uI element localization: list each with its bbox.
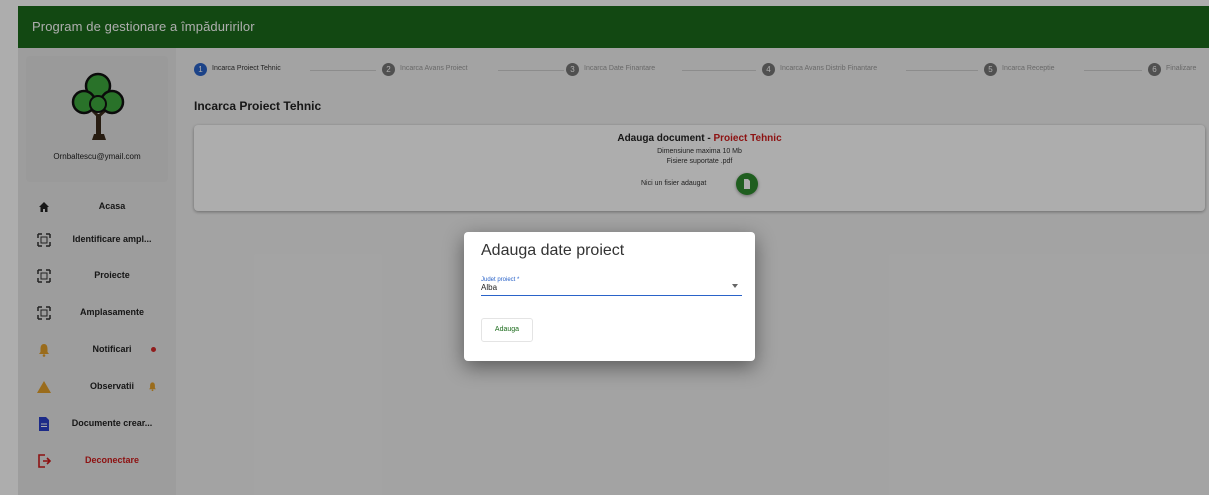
county-select-underline [481,295,742,296]
add-button[interactable]: Adauga [481,318,533,342]
dialog-title: Adauga date proiect [481,242,625,259]
county-select[interactable]: Alba [481,283,497,292]
page: Program de gestionare a împăduririlor Or… [0,0,1209,495]
chevron-down-icon[interactable] [732,284,738,288]
add-project-dialog: Adauga date proiect Judet proiect * Alba… [464,232,755,361]
